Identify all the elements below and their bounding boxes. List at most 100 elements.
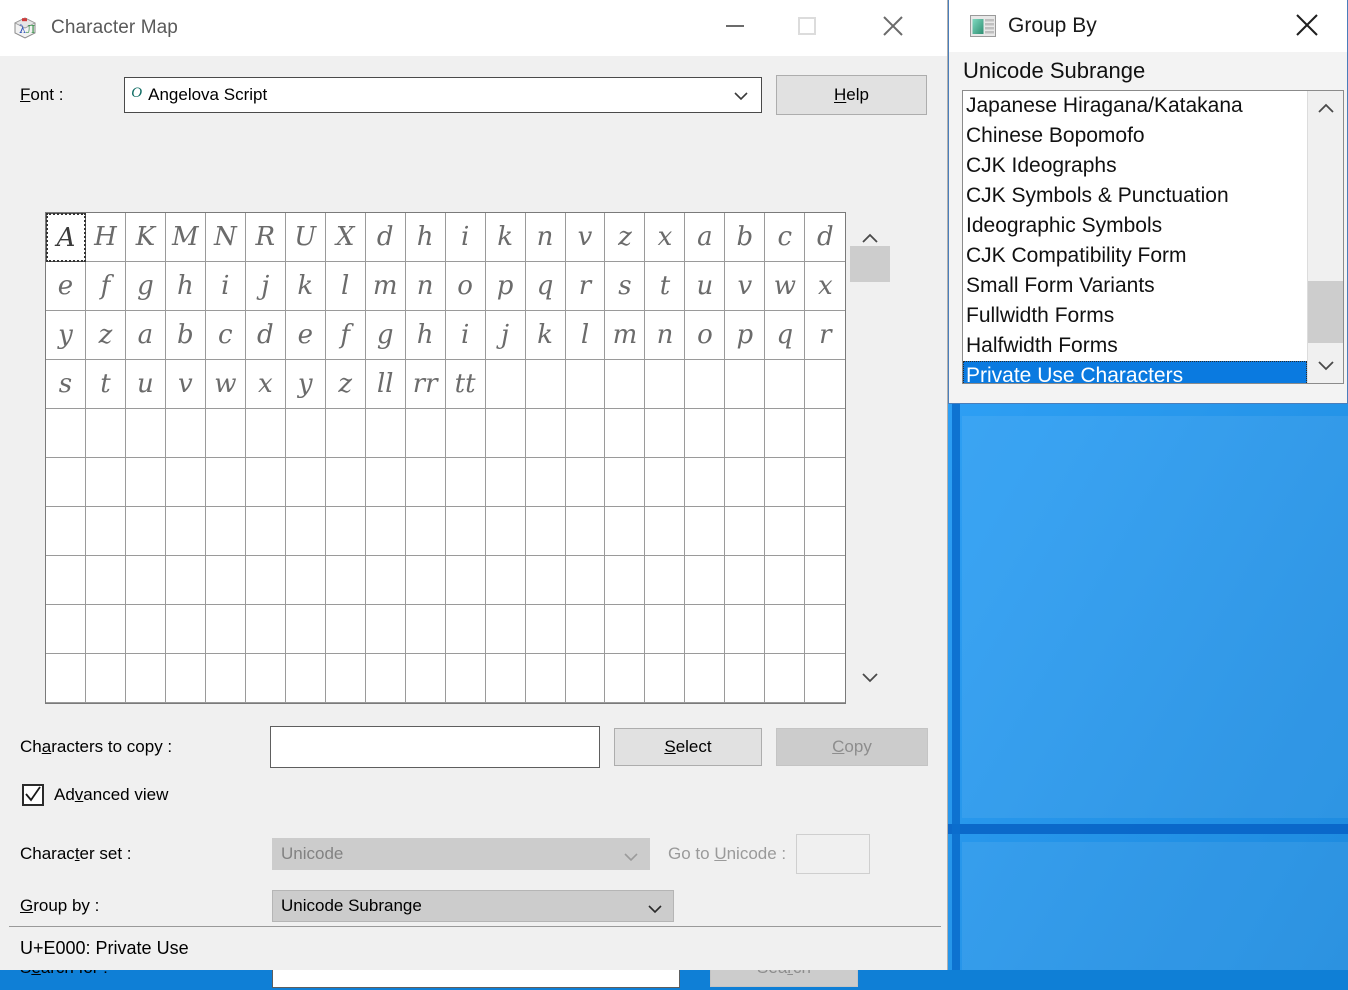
character-cell[interactable]: r — [566, 262, 606, 311]
character-cell[interactable] — [605, 360, 645, 409]
character-cell[interactable] — [166, 458, 206, 507]
character-cell[interactable] — [725, 409, 765, 458]
character-cell[interactable] — [86, 409, 126, 458]
character-cell[interactable] — [406, 409, 446, 458]
character-cell[interactable] — [605, 654, 645, 703]
character-cell[interactable] — [126, 458, 166, 507]
character-cell[interactable] — [446, 605, 486, 654]
character-cell[interactable] — [86, 507, 126, 556]
character-cell[interactable] — [246, 556, 286, 605]
character-cell[interactable] — [366, 507, 406, 556]
character-cell[interactable]: A — [46, 213, 86, 262]
character-cell[interactable]: z — [326, 360, 366, 409]
character-cell[interactable] — [326, 556, 366, 605]
character-cell[interactable] — [685, 654, 725, 703]
character-cell[interactable]: v — [566, 213, 606, 262]
character-cell[interactable]: f — [326, 311, 366, 360]
character-cell[interactable] — [566, 360, 606, 409]
character-cell[interactable]: q — [526, 262, 566, 311]
character-cell[interactable]: i — [446, 311, 486, 360]
character-cell[interactable] — [725, 654, 765, 703]
character-cell[interactable]: t — [645, 262, 685, 311]
character-cell[interactable]: n — [406, 262, 446, 311]
character-cell[interactable] — [645, 409, 685, 458]
characters-to-copy-input[interactable] — [270, 726, 600, 768]
character-cell[interactable]: w — [206, 360, 246, 409]
character-cell[interactable] — [566, 458, 606, 507]
close-button[interactable] — [861, 5, 925, 47]
character-cell[interactable]: g — [126, 262, 166, 311]
character-cell[interactable]: p — [486, 262, 526, 311]
character-cell[interactable] — [166, 654, 206, 703]
character-cell[interactable] — [685, 605, 725, 654]
character-cell[interactable]: z — [605, 213, 645, 262]
group-by-list-item[interactable]: CJK Compatibility Form — [963, 241, 1307, 271]
character-cell[interactable] — [486, 556, 526, 605]
character-cell[interactable] — [566, 556, 606, 605]
character-cell[interactable] — [166, 409, 206, 458]
character-cell[interactable]: o — [685, 311, 725, 360]
character-cell[interactable]: u — [126, 360, 166, 409]
character-cell[interactable] — [326, 409, 366, 458]
character-cell[interactable] — [725, 360, 765, 409]
group-by-list-item[interactable]: Small Form Variants — [963, 271, 1307, 301]
character-cell[interactable]: s — [46, 360, 86, 409]
character-cell[interactable] — [46, 654, 86, 703]
character-cell[interactable] — [406, 458, 446, 507]
character-cell[interactable]: g — [366, 311, 406, 360]
character-cell[interactable] — [446, 409, 486, 458]
character-cell[interactable]: r — [805, 311, 845, 360]
character-cell[interactable]: v — [166, 360, 206, 409]
character-cell[interactable] — [725, 605, 765, 654]
character-cell[interactable] — [126, 556, 166, 605]
character-cell[interactable] — [605, 409, 645, 458]
group-by-scrollbar[interactable] — [1307, 91, 1343, 383]
character-cell[interactable] — [645, 556, 685, 605]
character-cell[interactable] — [46, 507, 86, 556]
character-cell[interactable]: y — [46, 311, 86, 360]
character-cell[interactable]: t — [86, 360, 126, 409]
character-cell[interactable]: n — [645, 311, 685, 360]
character-cell[interactable] — [805, 458, 845, 507]
character-cell[interactable]: k — [286, 262, 326, 311]
character-cell[interactable] — [685, 360, 725, 409]
scrollbar-thumb[interactable] — [1308, 281, 1344, 343]
character-cell[interactable]: e — [286, 311, 326, 360]
character-cell[interactable] — [805, 360, 845, 409]
character-cell[interactable] — [725, 458, 765, 507]
character-cell[interactable] — [526, 605, 566, 654]
character-cell[interactable]: h — [406, 311, 446, 360]
character-cell[interactable] — [286, 458, 326, 507]
character-cell[interactable] — [605, 556, 645, 605]
character-cell[interactable] — [446, 507, 486, 556]
character-cell[interactable]: y — [286, 360, 326, 409]
character-cell[interactable] — [166, 605, 206, 654]
character-cell[interactable] — [46, 409, 86, 458]
character-cell[interactable] — [685, 556, 725, 605]
character-cell[interactable]: R — [246, 213, 286, 262]
character-cell[interactable]: b — [725, 213, 765, 262]
character-cell[interactable]: j — [246, 262, 286, 311]
character-cell[interactable]: q — [765, 311, 805, 360]
character-cell[interactable] — [206, 507, 246, 556]
character-cell[interactable] — [246, 409, 286, 458]
character-cell[interactable]: m — [366, 262, 406, 311]
character-cell[interactable] — [805, 409, 845, 458]
advanced-view-row[interactable]: Advanced view — [22, 784, 168, 806]
character-cell[interactable]: ll — [366, 360, 406, 409]
character-cell[interactable] — [126, 409, 166, 458]
character-cell[interactable] — [286, 605, 326, 654]
character-cell[interactable]: H — [86, 213, 126, 262]
character-cell[interactable] — [486, 654, 526, 703]
character-cell[interactable] — [366, 605, 406, 654]
character-cell[interactable] — [765, 556, 805, 605]
character-cell[interactable]: X — [326, 213, 366, 262]
character-cell[interactable] — [166, 556, 206, 605]
character-cell[interactable]: x — [645, 213, 685, 262]
character-cell[interactable] — [446, 654, 486, 703]
character-cell[interactable]: h — [166, 262, 206, 311]
group-by-combobox[interactable]: Unicode Subrange — [272, 890, 674, 922]
character-cell[interactable]: U — [286, 213, 326, 262]
character-cell[interactable]: z — [86, 311, 126, 360]
character-grid-scrollbar[interactable] — [848, 212, 890, 704]
